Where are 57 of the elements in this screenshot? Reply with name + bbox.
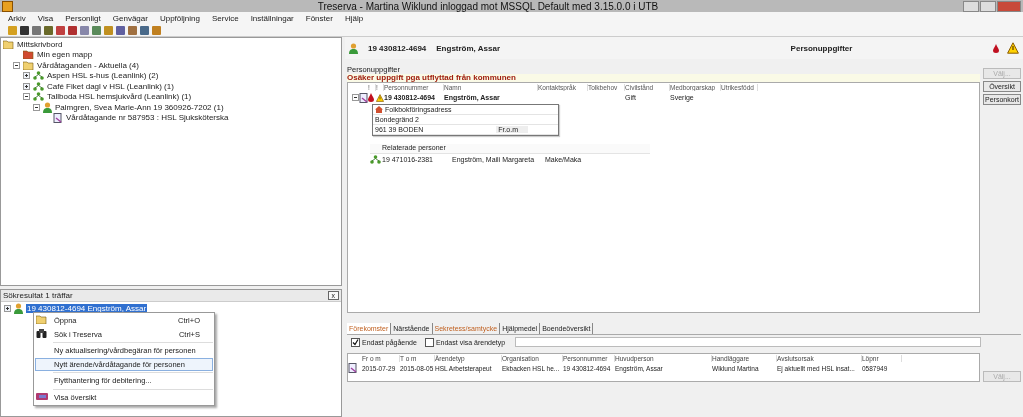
house-icon: [375, 106, 383, 113]
tree-item[interactable]: Vårdåtaganden - Aktuella (4): [37, 60, 139, 70]
drop-icon: [368, 93, 374, 102]
folder-icon: [36, 315, 47, 325]
warning-icon: [376, 93, 384, 102]
tree-item[interactable]: Vårdåtagande nr 587953 : HSL Sjuksköterska: [66, 113, 229, 123]
tree-item[interactable]: Min egen mapp: [37, 50, 93, 60]
network-icon: [33, 71, 44, 81]
person-icon: [14, 303, 23, 314]
tree-item[interactable]: Café Fiket dagl v HSL (Leanlink) (1): [47, 81, 174, 91]
folder-icon: [23, 50, 34, 60]
network-icon: [33, 92, 44, 102]
menu-item[interactable]: Visa: [37, 13, 54, 23]
network-icon: [33, 81, 44, 91]
tree-item[interactable]: Tallboda HSL hemsjukvård (Leanlink) (1): [47, 92, 192, 102]
folder-icon: [3, 39, 14, 49]
panel-title: Sökresultat 1 träffar: [3, 291, 73, 300]
binoculars-icon: [36, 328, 47, 338]
network-icon: [370, 154, 381, 164]
menu-item[interactable]: Personligt: [65, 13, 101, 23]
expander-icon[interactable]: [4, 305, 11, 312]
document-icon: [359, 92, 369, 103]
expander-icon[interactable]: [13, 61, 20, 69]
expander-icon[interactable]: [33, 103, 40, 111]
menu-item[interactable]: Fönster: [305, 13, 333, 23]
person-icon: [349, 42, 358, 54]
menu-item[interactable]: Service: [211, 13, 239, 23]
expander-icon[interactable]: [23, 82, 30, 90]
expander-icon[interactable]: [23, 72, 30, 80]
person-icon: [43, 101, 52, 113]
person-number: 19 430812-4694: [368, 43, 427, 53]
tree-item[interactable]: Palmgren, Svea Marie-Ann 19 360926-7202 (1): [55, 102, 224, 112]
folder-icon: [23, 60, 34, 70]
window-title: Treserva - Martina Wiklund inloggad mot MSSQL Default med 3.15.0.0 i UTB: [316, 0, 660, 12]
expander-icon[interactable]: [352, 94, 359, 101]
card-icon: [36, 392, 48, 400]
expander-icon[interactable]: [23, 93, 30, 101]
person-name: Engström, Assar: [436, 43, 500, 53]
menu-item[interactable]: Inställningar: [250, 13, 294, 23]
document-icon: [53, 112, 63, 123]
document-icon: [348, 363, 358, 373]
warning-icon: [1007, 42, 1019, 54]
minimize-button[interactable]: [963, 0, 979, 12]
menu-item[interactable]: Hjälp: [344, 13, 364, 23]
dropdown-field[interactable]: [515, 337, 981, 347]
tree-item[interactable]: Aspen HSL s-hus (Leanlink) (2): [47, 71, 159, 81]
menu-item[interactable]: Arkiv: [8, 13, 26, 23]
section-title: Personuppgifter: [789, 43, 854, 53]
warning-message: Osäker uppgift pga utflyttad från kommunen: [347, 74, 980, 82]
drop-icon: [993, 43, 999, 53]
app-icon: [2, 0, 13, 12]
restore-button[interactable]: [980, 0, 996, 12]
checkbox[interactable]: [351, 337, 360, 347]
checkbox[interactable]: [424, 337, 434, 347]
menu-item[interactable]: Genvägar: [112, 13, 148, 23]
menu-item[interactable]: Uppföljning: [159, 13, 200, 23]
tree-item[interactable]: Mittskrivbord: [17, 39, 63, 49]
